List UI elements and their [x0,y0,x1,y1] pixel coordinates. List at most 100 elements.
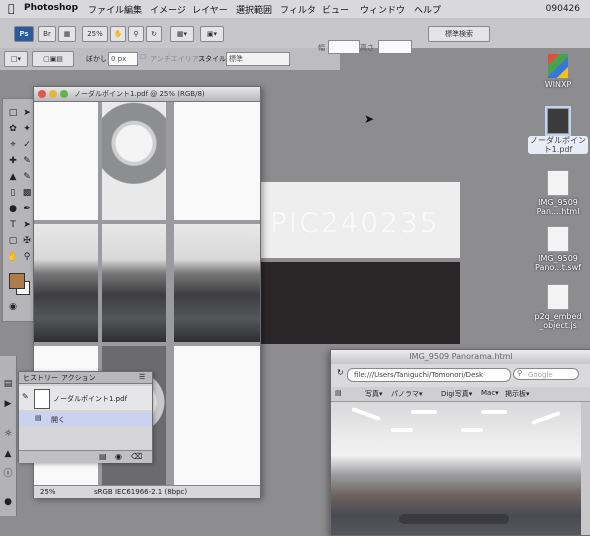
height-input[interactable] [378,40,412,54]
reload-icon[interactable]: ↻ [337,368,344,377]
menu-window[interactable]: ウィンドウ [360,3,405,16]
background-window-banner: PIC240235 [256,182,460,258]
selection-mode-icons[interactable]: ▢▣▤ [32,51,74,67]
lasso-tool-icon[interactable]: ✿ [7,123,19,135]
marquee-tool-preset-icon[interactable]: □▾ [4,51,28,67]
panel-menu-icon[interactable]: ☰ [139,373,145,381]
screen-mode-icon[interactable]: ▣▾ [200,26,224,42]
browser-title-bar[interactable]: IMG_9509 Panorama.html [331,350,590,364]
new-snapshot-icon[interactable]: ◉ [115,452,122,461]
tab-actions[interactable]: アクション [61,373,96,383]
menu-select[interactable]: 選択範囲 [236,3,272,16]
browser-window: IMG_9509 Panorama.html ↻ file:///Users/T… [330,349,590,536]
history-panel-icon[interactable]: ▤ [2,378,14,390]
status-profile: sRGB IEC61966-2.1 (8bpc) [94,488,188,496]
pen-tool-icon[interactable]: ✒ [21,203,33,215]
desktop-icon-js[interactable]: p2q_embed _object.js [528,284,588,330]
trash-icon[interactable]: ⌫ [131,452,142,461]
adjustments-panel-icon[interactable]: ☼ [2,428,14,440]
desktop-icon-label: ノーダルポイント1.pdf [528,136,588,154]
marquee-tool-icon[interactable]: □ [7,107,19,119]
path-select-tool-icon[interactable]: ➤ [21,219,33,231]
close-icon[interactable] [38,90,46,98]
actions-panel-icon[interactable]: ▶ [2,398,14,410]
antialias-checkbox-icon[interactable]: ☐ [140,53,146,61]
desktop-icon-swf[interactable]: IMG_9509 Pano...t.swf [528,226,588,272]
3d-tool-icon[interactable]: ✠ [21,235,33,247]
menu-layer[interactable]: レイヤー [192,3,228,16]
apple-icon[interactable]:  [8,2,15,15]
healing-tool-icon[interactable]: ✚ [7,155,19,167]
brush-panel-icon[interactable]: ● [2,496,14,508]
history-brush-source-icon[interactable]: ✎ [22,392,29,401]
hand-tool-icon[interactable]: ✋ [7,251,19,263]
bridge-icon[interactable]: Br [38,26,56,42]
eraser-tool-icon[interactable]: ▯ [7,187,19,199]
bookmarks-icon[interactable]: ▤ [335,389,342,397]
history-step-row[interactable]: ▤ 開く [19,412,152,426]
menu-edit[interactable]: 編集 [124,3,142,16]
document-title: ノーダルポイント1.pdf @ 25% (RGB/8) [74,90,205,98]
dodge-tool-icon[interactable]: ● [7,203,19,215]
info-panel-icon[interactable]: ⓘ [2,468,14,480]
stamp-tool-icon[interactable]: ▲ [7,171,19,183]
swf-file-icon [547,226,569,252]
feather-label: ぼかし [86,55,107,63]
feather-input[interactable]: 0 px [108,52,138,66]
history-brush-icon[interactable]: ✎ [21,171,33,183]
gradient-tool-icon[interactable]: ▩ [21,187,33,199]
width-input[interactable] [328,40,360,54]
brush-tool-icon[interactable]: ✎ [21,155,33,167]
new-document-icon[interactable]: ▤ [99,452,107,461]
quick-mask-icon[interactable]: ◉ [7,301,19,313]
bookmark-board[interactable]: 掲示板▾ [505,389,530,399]
magic-wand-tool-icon[interactable]: ✦ [21,123,33,135]
masks-panel-icon[interactable]: ▲ [2,448,14,460]
bookmark-panorama[interactable]: パノラマ▾ [391,389,423,399]
panorama-viewer[interactable] [331,402,581,535]
menu-filter[interactable]: フィルタ [280,3,316,16]
desktop-icon-html[interactable]: IMG_9509 Pan....html [528,170,588,216]
eyedropper-tool-icon[interactable]: ✓ [21,139,33,151]
bookmark-photos[interactable]: 写真▾ [365,389,383,399]
minimize-icon[interactable] [49,90,57,98]
zoom-window-icon[interactable] [60,90,68,98]
history-panel-footer: ▤ ◉ ⌫ [19,450,152,463]
menu-view[interactable]: ビュー [322,3,349,16]
rotate-icon[interactable]: ↻ [146,26,162,42]
ceiling-light [531,410,561,426]
search-field[interactable]: 標準検索 [428,26,490,42]
viewer-controls[interactable] [399,514,509,524]
zoom-level[interactable]: 25% [82,26,108,42]
desktop-icon-pdf[interactable]: ノーダルポイント1.pdf [528,106,588,154]
menu-app-name[interactable]: Photoshop [24,3,78,13]
shape-tool-icon[interactable]: ▢ [7,235,19,247]
search-icon: ⚲ [517,369,523,377]
history-panel: ヒストリー アクション ☰ ✎ ノーダルポイント1.pdf ▤ 開く ▤ ◉ ⌫ [18,371,153,463]
foreground-color-swatch[interactable] [9,273,25,289]
bookmark-digi-photos[interactable]: Digi写真▾ [441,389,472,399]
browser-scrollbar[interactable] [581,402,590,535]
history-step-label: 開く [51,416,65,424]
text-tool-icon[interactable]: T [7,219,19,231]
tab-history[interactable]: ヒストリー [23,373,58,383]
bookmark-mac[interactable]: Mac▾ [481,389,499,397]
zoom-icon[interactable]: ⚲ [128,26,144,42]
document-title-bar[interactable]: ノーダルポイント1.pdf @ 25% (RGB/8) [34,87,260,102]
move-tool-icon[interactable]: ➤ [21,107,33,119]
menu-image[interactable]: イメージ [150,3,186,16]
zoom-tool-icon[interactable]: ⚲ [21,251,33,263]
menu-file[interactable]: ファイル [88,3,124,16]
ps-logo: Ps [14,26,34,42]
hand-icon[interactable]: ✋ [110,26,126,42]
search-input[interactable]: Google [513,368,579,380]
menu-help[interactable]: ヘルプ [414,3,441,16]
desktop-icon-winxp[interactable]: WINXP [528,54,588,89]
address-bar[interactable]: file:///Users/Taniguchi/Tomonori/Desk [347,368,511,382]
history-snapshot-row[interactable]: ✎ ノーダルポイント1.pdf [19,386,152,410]
style-select[interactable]: 標準 [226,52,290,66]
crop-tool-icon[interactable]: ⌖ [7,139,19,151]
extras-icon[interactable]: ▦▾ [170,26,194,42]
desktop-icon-label: p2q_embed _object.js [534,312,582,330]
arrange-icon[interactable]: ▦ [58,26,76,42]
